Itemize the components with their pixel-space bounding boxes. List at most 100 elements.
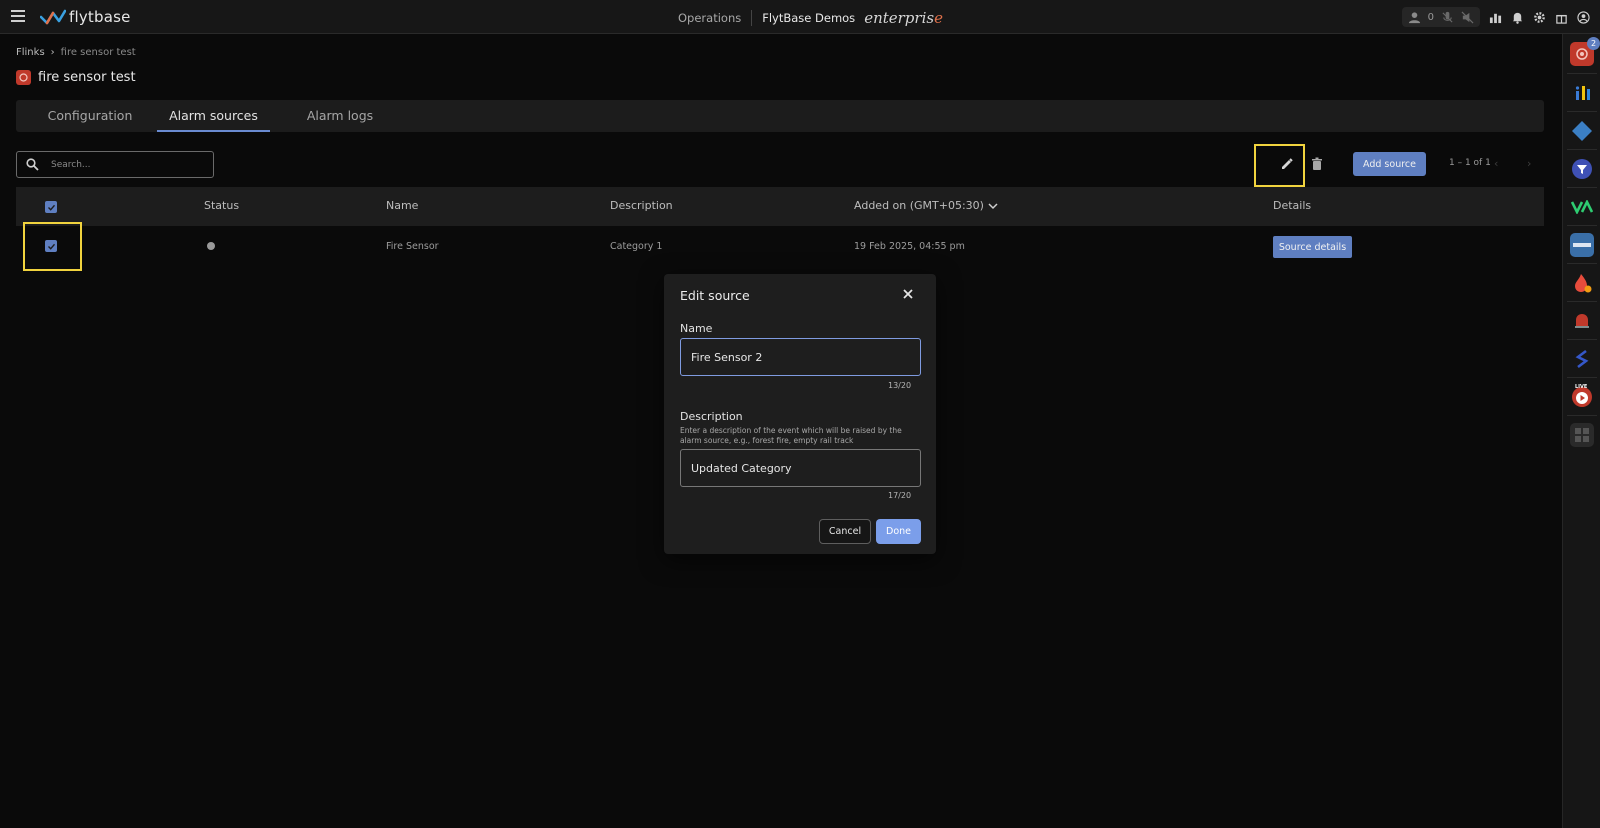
row-checkbox[interactable]	[45, 240, 57, 252]
filter-app-icon	[1572, 159, 1592, 179]
rail-divider	[1567, 149, 1597, 150]
pencil-icon	[1282, 158, 1293, 169]
edit-source-dialog: Edit source Name 13/20 Description Enter…	[664, 274, 936, 554]
info-app-icon	[1575, 86, 1590, 100]
rail-divider	[1567, 339, 1597, 340]
brand-logo[interactable]: flytbase	[40, 8, 131, 26]
top-divider	[751, 10, 753, 26]
gift-icon[interactable]	[1554, 10, 1568, 24]
flytbase-logo-icon	[40, 9, 66, 25]
rail-divider	[1567, 263, 1597, 264]
tab-alarm-logs[interactable]: Alarm logs	[292, 100, 388, 132]
breadcrumb-current: fire sensor test	[60, 47, 136, 58]
enterprise-text: enterpris	[864, 9, 935, 27]
status-pill[interactable]: 0	[1401, 7, 1480, 27]
rail-genetec-app[interactable]	[1570, 233, 1594, 257]
pagination-label: 1 – 1 of 1	[1449, 158, 1491, 168]
brand-name: flytbase	[69, 8, 131, 26]
header-added-on-label: Added on (GMT+05:30)	[854, 199, 984, 212]
name-char-counter: 13/20	[888, 381, 912, 390]
name-label: Name	[680, 322, 713, 335]
menu-icon[interactable]	[11, 10, 25, 22]
row-added-on: 19 Feb 2025, 04:55 pm	[854, 241, 965, 252]
diamond-icon	[1572, 121, 1592, 141]
rail-divider	[1567, 225, 1597, 226]
breadcrumb-root[interactable]: Flinks	[16, 47, 45, 58]
org-name[interactable]: FlytBase Demos	[762, 11, 855, 25]
search-box	[16, 151, 214, 178]
trash-icon	[1312, 157, 1322, 170]
top-bar: flytbase Operations FlytBase Demos enter…	[0, 0, 1600, 34]
rail-filter-app[interactable]	[1570, 157, 1594, 181]
row-name: Fire Sensor	[386, 241, 439, 252]
rail-alarm-app[interactable]	[1570, 309, 1594, 333]
rail-flame-app[interactable]	[1570, 271, 1594, 295]
rail-divider	[1567, 187, 1597, 188]
header-status: Status	[204, 199, 240, 212]
gear-icon[interactable]	[1532, 10, 1546, 24]
s-logo-icon	[1575, 349, 1589, 369]
genetec-logo-icon	[1573, 243, 1591, 247]
header-details: Details	[1273, 199, 1312, 212]
user-circle-icon[interactable]	[1576, 10, 1590, 24]
row-description: Category 1	[610, 241, 663, 252]
chevron-down-icon	[988, 202, 998, 209]
select-all-checkbox[interactable]	[45, 201, 57, 213]
source-details-button[interactable]: Source details	[1273, 236, 1352, 258]
search-input[interactable]	[51, 159, 191, 170]
edit-button[interactable]	[1277, 154, 1297, 174]
rail-s-app[interactable]	[1570, 347, 1594, 371]
done-button[interactable]: Done	[876, 519, 921, 544]
dialog-title: Edit source	[680, 288, 750, 303]
sensor-icon	[1576, 48, 1588, 60]
fire-sensor-icon	[16, 70, 31, 85]
delete-button[interactable]	[1307, 154, 1327, 174]
name-input[interactable]	[680, 338, 921, 376]
rail-info-app[interactable]	[1570, 81, 1594, 105]
app-rail: 2 LIVE	[1562, 34, 1600, 828]
rail-divider	[1567, 415, 1597, 416]
tab-alarm-sources[interactable]: Alarm sources	[157, 100, 270, 132]
header-name: Name	[386, 199, 419, 212]
page-title: fire sensor test	[16, 70, 136, 85]
rail-divider	[1567, 377, 1597, 378]
mic-off-icon[interactable]	[1440, 10, 1454, 24]
rail-live-app[interactable]: LIVE	[1570, 384, 1594, 409]
rail-va-app[interactable]	[1570, 195, 1594, 219]
next-page-icon[interactable]: ›	[1527, 157, 1531, 170]
apps-grid-icon	[1575, 428, 1589, 442]
description-char-counter: 17/20	[888, 491, 912, 500]
rail-apps-grid[interactable]	[1570, 423, 1594, 447]
chart-icon[interactable]	[1488, 10, 1502, 24]
live-label: LIVE	[1575, 384, 1588, 390]
add-source-button[interactable]: Add source	[1353, 152, 1426, 176]
rail-fire-sensor-app[interactable]: 2	[1570, 37, 1600, 66]
flame-icon	[1575, 274, 1592, 293]
description-input[interactable]	[680, 449, 921, 487]
status-indicator	[207, 242, 215, 250]
close-icon	[903, 289, 913, 299]
prev-page-icon[interactable]: ‹	[1494, 157, 1498, 170]
speaker-off-icon[interactable]	[1460, 10, 1474, 24]
rail-divider	[1567, 111, 1597, 112]
check-icon	[47, 243, 55, 250]
rail-badge: 2	[1587, 37, 1600, 50]
user-icon	[1408, 10, 1422, 24]
tab-configuration[interactable]: Configuration	[29, 100, 151, 132]
breadcrumb-separator: ›	[50, 47, 55, 58]
breadcrumb: Flinks › fire sensor test	[16, 47, 136, 58]
rail-divider	[1567, 301, 1597, 302]
bell-icon[interactable]	[1510, 10, 1524, 24]
rail-divider	[1567, 73, 1597, 74]
page-title-text: fire sensor test	[38, 70, 136, 85]
alarm-bell-icon	[1575, 314, 1589, 328]
table-row: Fire Sensor Category 1 19 Feb 2025, 04:5…	[16, 228, 1544, 264]
table-header: Status Name Description Added on (GMT+05…	[16, 187, 1544, 226]
va-logo-icon	[1571, 200, 1593, 214]
close-button[interactable]	[900, 286, 916, 302]
description-label: Description	[680, 410, 743, 423]
operations-link[interactable]: Operations	[678, 11, 741, 25]
header-added-on[interactable]: Added on (GMT+05:30)	[854, 199, 998, 212]
rail-diamond-app[interactable]	[1570, 119, 1594, 143]
cancel-button[interactable]: Cancel	[819, 519, 871, 544]
